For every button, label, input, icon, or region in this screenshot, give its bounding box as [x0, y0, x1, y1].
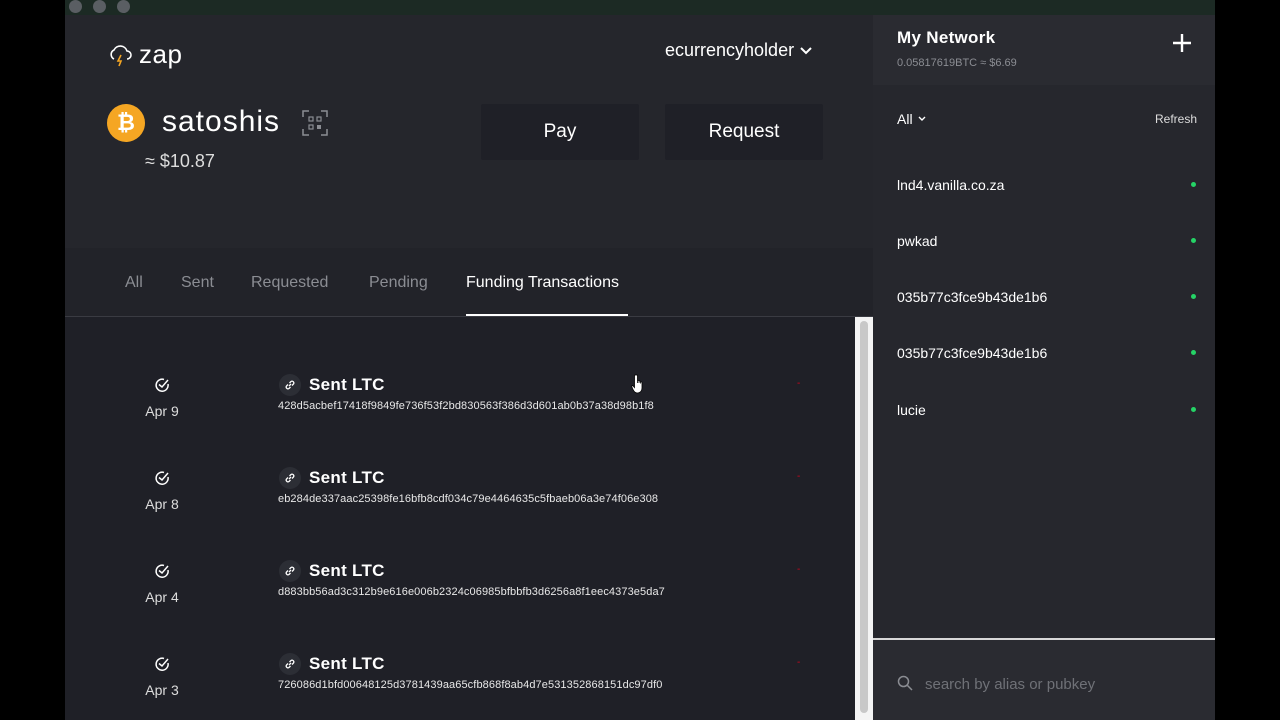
close-window-button[interactable]: [69, 0, 82, 13]
transaction-row[interactable]: Apr 4 Sent LTC d883bb56ad3c312b9e616e006…: [65, 552, 855, 645]
channel-item[interactable]: pwkad: [873, 233, 1215, 273]
channel-item[interactable]: 035b77c3fce9b43de1b6: [873, 345, 1215, 385]
transaction-row[interactable]: Apr 3 Sent LTC 726086d1bfd00648125d37814…: [65, 645, 855, 720]
tab-funding-transactions[interactable]: Funding Transactions: [466, 274, 619, 292]
wallet-main: zap ecurrencyholder ₿ satoshis ≈ $10.87 …: [65, 15, 873, 720]
fiat-balance: ≈ $10.87: [145, 151, 215, 171]
tab-all[interactable]: All: [125, 274, 143, 292]
link-icon: [279, 653, 301, 675]
transaction-title: Sent LTC: [309, 561, 385, 580]
wallet-header: zap ecurrencyholder ₿ satoshis ≈ $10.87 …: [65, 15, 873, 248]
transaction-list-scrollbar[interactable]: [855, 317, 873, 720]
transaction-hash: 428d5acbef17418f9849fe736f53f2bd830563f3…: [278, 400, 654, 412]
minimize-window-button[interactable]: [93, 0, 106, 13]
balance-unit: satoshis: [162, 105, 281, 138]
network-title: My Network: [897, 28, 996, 47]
account-switcher[interactable]: ecurrencyholder: [665, 40, 812, 61]
transaction-title: Sent LTC: [309, 468, 385, 487]
transaction-hash: eb284de337aac25398fe16bfb8cdf034c79e4464…: [278, 493, 659, 505]
title-bar: [65, 0, 1215, 15]
active-tab-indicator: [466, 314, 628, 316]
network-header: My Network 0.05817619BTC ≈ $6.69: [873, 15, 1215, 85]
check-circle-icon: [155, 657, 169, 671]
transaction-date: Apr 4: [145, 589, 179, 605]
channel-name: lucie: [897, 402, 926, 418]
activity-tabs: All Sent Requested Pending Funding Trans…: [65, 248, 873, 317]
chevron-down-icon: [918, 116, 926, 121]
channel-name: 035b77c3fce9b43de1b6: [897, 345, 1048, 361]
link-icon: [279, 467, 301, 489]
channel-name: pwkad: [897, 233, 938, 249]
search-input[interactable]: [923, 668, 1197, 700]
channel-item[interactable]: lnd4.vanilla.co.za: [873, 177, 1215, 217]
transaction-date: Apr 9: [145, 403, 179, 419]
transaction-row[interactable]: Apr 9 Sent LTC 428d5acbef17418f9849fe736…: [65, 366, 855, 459]
transaction-amount: -: [797, 564, 801, 575]
channel-name: lnd4.vanilla.co.za: [897, 177, 1005, 193]
check-circle-icon: [155, 564, 169, 578]
search-icon: [897, 675, 913, 691]
online-status-dot: [1191, 350, 1196, 355]
account-name: ecurrencyholder: [665, 40, 795, 60]
network-balance: 0.05817619BTC ≈ $6.69: [897, 57, 1017, 69]
maximize-window-button[interactable]: [117, 0, 130, 13]
qr-code-icon[interactable]: [302, 110, 328, 136]
transaction-date: Apr 3: [145, 682, 179, 698]
channel-filter-dropdown[interactable]: All: [897, 111, 926, 127]
channel-item[interactable]: 035b77c3fce9b43de1b6: [873, 289, 1215, 329]
check-circle-icon: [155, 378, 169, 392]
pay-button[interactable]: Pay: [481, 104, 639, 160]
app-name: zap: [139, 39, 183, 69]
tab-pending[interactable]: Pending: [369, 274, 428, 292]
tab-requested[interactable]: Requested: [251, 274, 328, 292]
transaction-title: Sent LTC: [309, 654, 385, 673]
chevron-down-icon: [800, 46, 812, 54]
channel-filter-label: All: [897, 111, 913, 127]
channel-name: 035b77c3fce9b43de1b6: [897, 289, 1048, 305]
online-status-dot: [1191, 407, 1196, 412]
bitcoin-icon: ₿: [107, 104, 145, 142]
network-body: All Refresh lnd4.vanilla.co.za pwkad 035…: [873, 85, 1215, 638]
cloud-bolt-icon: [110, 44, 132, 66]
transaction-amount: -: [797, 378, 801, 389]
check-circle-icon: [155, 471, 169, 485]
channel-item[interactable]: lucie: [873, 402, 1215, 442]
transaction-hash: 726086d1bfd00648125d3781439aa65cfb868f8a…: [278, 679, 663, 691]
transaction-date: Apr 8: [145, 496, 179, 512]
transaction-amount: -: [797, 657, 801, 668]
app-window: zap ecurrencyholder ₿ satoshis ≈ $10.87 …: [65, 0, 1215, 720]
transaction-hash: d883bb56ad3c312b9e616e006b2324c06985bfbb…: [278, 586, 665, 598]
add-channel-icon[interactable]: [1172, 33, 1192, 53]
tab-sent[interactable]: Sent: [181, 274, 214, 292]
online-status-dot: [1191, 238, 1196, 243]
transaction-list: Apr 9 Sent LTC 428d5acbef17418f9849fe736…: [65, 317, 855, 720]
scrollbar-thumb[interactable]: [860, 321, 868, 713]
transaction-amount: -: [797, 471, 801, 482]
transaction-row[interactable]: Apr 8 Sent LTC eb284de337aac25398fe16bfb…: [65, 459, 855, 552]
refresh-button[interactable]: Refresh: [1155, 112, 1197, 126]
link-icon: [279, 374, 301, 396]
link-icon: [279, 560, 301, 582]
online-status-dot: [1191, 182, 1196, 187]
request-button[interactable]: Request: [665, 104, 823, 160]
app-logo: zap: [107, 39, 182, 70]
network-search: [873, 640, 1215, 720]
hand-cursor-icon: [631, 374, 643, 394]
transaction-title: Sent LTC: [309, 375, 385, 394]
network-panel: My Network 0.05817619BTC ≈ $6.69 All Ref…: [873, 15, 1215, 720]
online-status-dot: [1191, 294, 1196, 299]
